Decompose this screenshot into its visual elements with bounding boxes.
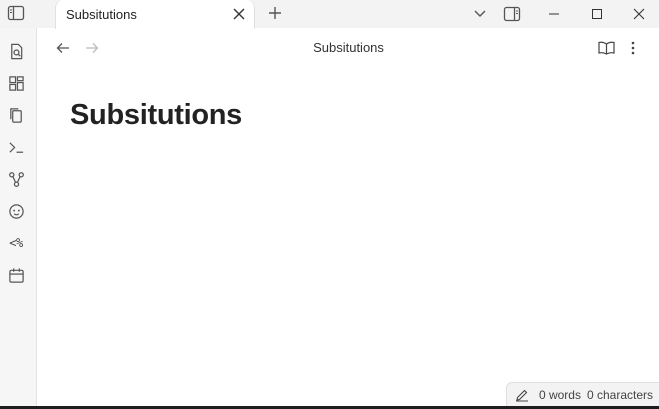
character-count: 0 characters xyxy=(586,387,653,402)
minimize-button[interactable] xyxy=(534,0,574,28)
plugin-button[interactable] xyxy=(6,201,26,221)
tab-title: Subsitutions xyxy=(66,7,137,22)
command-palette-button[interactable] xyxy=(6,137,26,157)
title-bar: Subsitutions xyxy=(0,0,659,29)
view-title[interactable]: Subsitutions xyxy=(38,40,659,55)
status-bar: 0 words 0 characters xyxy=(505,382,659,406)
calendar-button[interactable] xyxy=(6,265,26,285)
templater-button[interactable]: <% xyxy=(6,233,26,253)
close-icon xyxy=(233,8,245,20)
more-vertical-icon xyxy=(631,41,635,55)
sidebar-left-icon xyxy=(7,5,25,21)
new-tab-button[interactable] xyxy=(265,3,285,23)
tab-active[interactable]: Subsitutions xyxy=(55,0,255,29)
pencil-icon xyxy=(515,388,529,402)
note-title[interactable]: Subsitutions xyxy=(70,99,242,132)
view-header: Subsitutions xyxy=(38,28,659,68)
templates-button[interactable] xyxy=(6,105,26,125)
sidebar-right-icon xyxy=(503,6,521,22)
graph-icon xyxy=(8,171,25,188)
close-icon xyxy=(633,8,645,20)
right-sidebar-toggle-button[interactable] xyxy=(492,0,532,28)
templates-icon xyxy=(8,107,25,124)
calendar-icon xyxy=(8,267,25,284)
canvas-button[interactable] xyxy=(6,73,26,93)
maximize-icon xyxy=(591,8,603,20)
graph-view-button[interactable] xyxy=(6,169,26,189)
tab-close-button[interactable] xyxy=(230,5,248,23)
canvas-icon xyxy=(8,75,25,92)
quick-switcher-icon xyxy=(8,43,25,60)
plugin-icon xyxy=(8,203,25,220)
sidebar-toggle-button[interactable] xyxy=(6,3,26,23)
quick-switcher-button[interactable] xyxy=(6,41,26,61)
plus-icon xyxy=(268,6,282,20)
left-ribbon: <% xyxy=(0,28,37,409)
edit-mode-button[interactable] xyxy=(515,388,529,402)
templater-label: <% xyxy=(9,236,23,250)
minimize-icon xyxy=(548,8,560,20)
command-palette-icon xyxy=(8,139,25,156)
book-open-icon xyxy=(597,41,615,55)
reading-view-button[interactable] xyxy=(597,39,615,57)
maximize-button[interactable] xyxy=(577,0,617,28)
more-options-button[interactable] xyxy=(624,39,642,57)
chevron-down-icon xyxy=(473,9,487,19)
window-close-button[interactable] xyxy=(619,0,659,28)
word-count: 0 words xyxy=(538,387,581,402)
